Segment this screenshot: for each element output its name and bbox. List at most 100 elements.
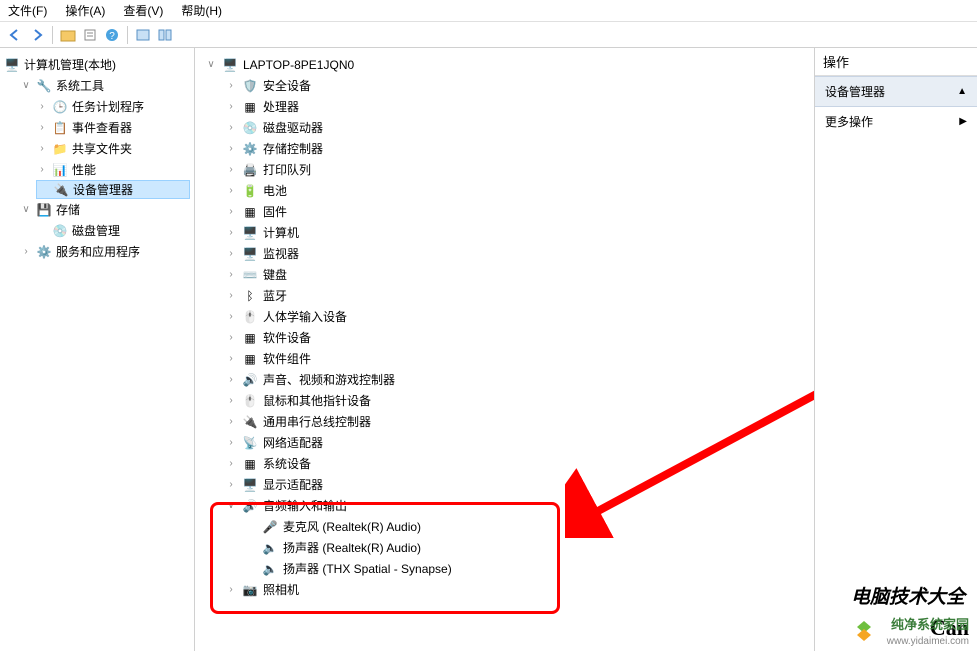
menu-help[interactable]: 帮助(H) xyxy=(181,2,222,19)
expand-icon[interactable]: › xyxy=(225,248,237,259)
collapse-icon[interactable]: ∨ xyxy=(225,500,237,511)
expand-icon[interactable]: › xyxy=(225,143,237,154)
dev-item[interactable]: ›▦软件设备 xyxy=(225,327,814,348)
collapse-icon[interactable]: ∨ xyxy=(205,59,217,70)
expand-icon[interactable]: › xyxy=(36,101,48,112)
expand-icon[interactable]: › xyxy=(225,332,237,343)
dev-item[interactable]: ›⌨️键盘 xyxy=(225,264,814,285)
dev-item[interactable]: ›🖥️显示适配器 xyxy=(225,474,814,495)
menu-file[interactable]: 文件(F) xyxy=(8,2,47,19)
device-icon: 🖥️ xyxy=(242,477,258,493)
dev-mic[interactable]: 🎤麦克风 (Realtek(R) Audio) xyxy=(245,516,814,537)
tree-devmgr-selected[interactable]: 🔌设备管理器 xyxy=(36,180,190,199)
dev-item[interactable]: ›▦软件组件 xyxy=(225,348,814,369)
dev-item[interactable]: › 🔌 通用串行总线控制器 xyxy=(225,411,814,432)
view2-icon[interactable] xyxy=(156,26,174,44)
folder-icon[interactable] xyxy=(59,26,77,44)
expand-icon[interactable]: › xyxy=(36,122,48,133)
expand-icon[interactable]: › xyxy=(225,227,237,238)
device-icon: 🖥️ xyxy=(242,225,258,241)
speaker-icon: 🔈 xyxy=(262,540,278,556)
expand-icon[interactable]: › xyxy=(225,122,237,133)
collapse-icon[interactable]: ∨ xyxy=(20,80,32,91)
expand-icon[interactable]: › xyxy=(225,164,237,175)
device-icon: 🔌 xyxy=(242,414,258,430)
expand-icon[interactable]: › xyxy=(225,185,237,196)
expand-icon[interactable]: › xyxy=(225,101,237,112)
device-tree[interactable]: ∨🖥️LAPTOP-8PE1JQN0 ›🛡️安全设备›▦处理器›💿磁盘驱动器›⚙… xyxy=(195,48,814,606)
dev-item[interactable]: ›📡网络适配器 xyxy=(225,432,814,453)
expand-icon[interactable]: › xyxy=(225,311,237,322)
tree-storage[interactable]: ∨💾存储 xyxy=(20,199,190,220)
dev-item[interactable]: ›💿磁盘驱动器 xyxy=(225,117,814,138)
tree-eventviewer[interactable]: ›📋事件查看器 xyxy=(36,117,190,138)
expand-icon[interactable]: › xyxy=(225,416,237,427)
collapse-icon[interactable]: ∨ xyxy=(20,204,32,215)
expand-icon[interactable]: › xyxy=(36,143,48,154)
dev-item[interactable]: ›🛡️安全设备 xyxy=(225,75,814,96)
tree-systools[interactable]: ∨🔧系统工具 xyxy=(20,75,190,96)
expand-icon[interactable]: › xyxy=(225,479,237,490)
label: 电池 xyxy=(263,182,287,199)
menu-action[interactable]: 操作(A) xyxy=(65,2,105,19)
expand-icon[interactable]: › xyxy=(36,164,48,175)
actions-header: 操作 xyxy=(815,48,977,76)
dev-item[interactable]: ›🔊声音、视频和游戏控制器 xyxy=(225,369,814,390)
collapse-caret-icon: ▲ xyxy=(957,86,967,97)
speaker-icon: 🔈 xyxy=(262,561,278,577)
tree-diskmgmt[interactable]: 💿磁盘管理 xyxy=(36,220,190,241)
dev-speaker1[interactable]: 🔈扬声器 (Realtek(R) Audio) xyxy=(245,537,814,558)
dev-item[interactable]: ›🖱️鼠标和其他指针设备 xyxy=(225,390,814,411)
menu-view[interactable]: 查看(V) xyxy=(123,2,163,19)
help-icon[interactable]: ? xyxy=(103,26,121,44)
back-icon[interactable] xyxy=(6,26,24,44)
expand-icon[interactable]: › xyxy=(225,437,237,448)
properties-icon[interactable] xyxy=(81,26,99,44)
tree-services[interactable]: ›⚙️服务和应用程序 xyxy=(20,241,190,262)
perf-icon: 📊 xyxy=(52,162,68,178)
dev-item[interactable]: ›🖱️人体学输入设备 xyxy=(225,306,814,327)
expand-icon[interactable]: › xyxy=(20,246,32,257)
dev-item[interactable]: ›🖨️打印队列 xyxy=(225,159,814,180)
actions-section[interactable]: 设备管理器▲ xyxy=(815,76,977,107)
dev-root[interactable]: ∨🖥️LAPTOP-8PE1JQN0 xyxy=(205,54,814,75)
expand-icon[interactable]: › xyxy=(225,395,237,406)
expand-icon[interactable]: › xyxy=(225,290,237,301)
device-icon: 🖨️ xyxy=(242,162,258,178)
dev-item[interactable]: ›▦系统设备 xyxy=(225,453,814,474)
tree-perf[interactable]: ›📊性能 xyxy=(36,159,190,180)
watermark-url: www.yidaimei.com xyxy=(887,636,969,647)
tree-shared[interactable]: ›📁共享文件夹 xyxy=(36,138,190,159)
dev-item[interactable]: ›🖥️计算机 xyxy=(225,222,814,243)
dev-item[interactable]: ›⚙️存储控制器 xyxy=(225,138,814,159)
disk-icon: 💿 xyxy=(52,223,68,239)
dev-item[interactable]: ›▦固件 xyxy=(225,201,814,222)
expand-icon[interactable]: › xyxy=(225,206,237,217)
device-icon: ⚙️ xyxy=(242,141,258,157)
expand-icon[interactable]: › xyxy=(225,80,237,91)
dev-item[interactable]: ›ᛒ蓝牙 xyxy=(225,285,814,306)
tree-root[interactable]: 🖥️计算机管理(本地) xyxy=(4,54,190,75)
forward-icon[interactable] xyxy=(28,26,46,44)
label: 通用串行总线控制器 xyxy=(263,413,371,430)
label: 共享文件夹 xyxy=(72,140,132,157)
view1-icon[interactable] xyxy=(134,26,152,44)
expand-icon[interactable]: › xyxy=(225,374,237,385)
left-tree[interactable]: 🖥️计算机管理(本地) ∨🔧系统工具 ›🕒任务计划程序 ›📋事件查看器 ›📁共享… xyxy=(4,54,190,262)
label: 软件设备 xyxy=(263,329,311,346)
actions-more[interactable]: 更多操作▶ xyxy=(815,107,977,136)
dev-audio[interactable]: ∨🔊音频输入和输出 xyxy=(225,495,814,516)
dev-speaker2[interactable]: 🔈扬声器 (THX Spatial - Synapse) xyxy=(245,558,814,579)
expand-icon[interactable]: › xyxy=(225,269,237,280)
tree-tasksched[interactable]: ›🕒任务计划程序 xyxy=(36,96,190,117)
device-icon: ▦ xyxy=(242,456,258,472)
expand-icon[interactable]: › xyxy=(225,458,237,469)
expand-icon[interactable]: › xyxy=(225,584,237,595)
expand-icon[interactable]: › xyxy=(225,353,237,364)
dev-item[interactable]: ›▦处理器 xyxy=(225,96,814,117)
label: 更多操作 xyxy=(825,113,873,130)
dev-item[interactable]: ›🖥️监视器 xyxy=(225,243,814,264)
dev-item[interactable]: ›🔋电池 xyxy=(225,180,814,201)
devmgr-icon: 🔌 xyxy=(53,182,69,198)
dev-camera[interactable]: ›📷照相机 xyxy=(225,579,814,600)
